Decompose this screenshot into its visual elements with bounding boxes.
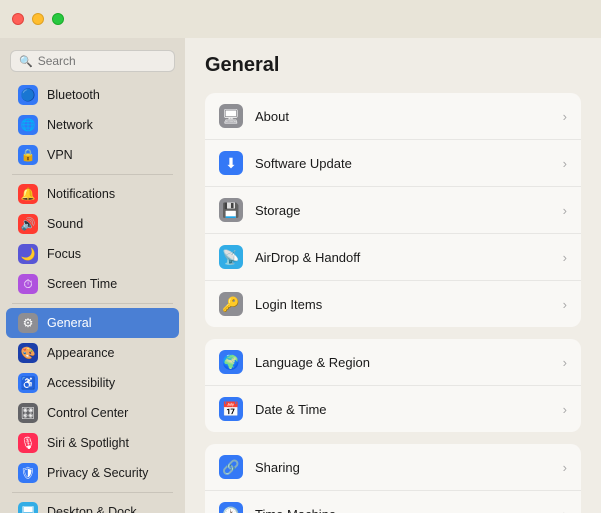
sidebar-item-desktop[interactable]: 🖥 Desktop & Dock: [6, 497, 179, 513]
row-label: Time Machine: [255, 507, 551, 513]
sidebar-item-privacy[interactable]: 🛡 Privacy & Security: [6, 458, 179, 488]
screentime-icon: ⏱: [18, 274, 38, 294]
row-label: Storage: [255, 203, 551, 218]
storage-icon: 💾: [219, 198, 243, 222]
sidebar-item-siri[interactable]: 🎙 Siri & Spotlight: [6, 428, 179, 458]
search-input[interactable]: [38, 54, 166, 68]
settings-row-login-items[interactable]: 🔑 Login Items ›: [205, 281, 581, 327]
controlcenter-icon: 🎛: [18, 403, 38, 423]
row-label: About: [255, 109, 551, 124]
airdrop-icon: 📡: [219, 245, 243, 269]
sidebar-item-label: VPN: [47, 148, 73, 162]
sidebar-item-label: Control Center: [47, 406, 128, 420]
privacy-icon: 🛡: [18, 463, 38, 483]
minimize-button[interactable]: [32, 13, 44, 25]
row-label: Sharing: [255, 460, 551, 475]
sidebar-items: 🔵 Bluetooth 🌐 Network 🔒 VPN 🔔 Notifications 🔊 Sou…: [0, 80, 185, 513]
sound-icon: 🔊: [18, 214, 38, 234]
sidebar-item-label: General: [47, 316, 91, 330]
sidebar-item-label: Desktop & Dock: [47, 505, 137, 513]
settings-row-language[interactable]: 🌍 Language & Region ›: [205, 339, 581, 386]
row-label: Software Update: [255, 156, 551, 171]
sidebar-item-sound[interactable]: 🔊 Sound: [6, 209, 179, 239]
siri-icon: 🎙: [18, 433, 38, 453]
sidebar-item-label: Privacy & Security: [47, 466, 148, 480]
settings-row-airdrop[interactable]: 📡 AirDrop & Handoff ›: [205, 234, 581, 281]
sidebar-item-controlcenter[interactable]: 🎛 Control Center: [6, 398, 179, 428]
software-update-icon: ⬇: [219, 151, 243, 175]
page-title: General: [205, 54, 581, 77]
sidebar-item-vpn[interactable]: 🔒 VPN: [6, 140, 179, 170]
accessibility-icon: ♿: [18, 373, 38, 393]
settings-group-group2: 🌍 Language & Region › 📅 Date & Time ›: [205, 339, 581, 432]
settings-row-about[interactable]: 🖥 About ›: [205, 93, 581, 140]
vpn-icon: 🔒: [18, 145, 38, 165]
timemachine-icon: 🕐: [219, 502, 243, 513]
chevron-icon: ›: [563, 156, 567, 171]
datetime-icon: 📅: [219, 397, 243, 421]
chevron-icon: ›: [563, 250, 567, 265]
about-icon: 🖥: [219, 104, 243, 128]
chevron-icon: ›: [563, 507, 567, 513]
settings-row-datetime[interactable]: 📅 Date & Time ›: [205, 386, 581, 432]
settings-groups: 🖥 About › ⬇ Software Update › 💾 Storage › 📡 AirDro…: [205, 93, 581, 513]
sidebar-item-label: Network: [47, 118, 93, 132]
search-box[interactable]: 🔍: [10, 50, 175, 72]
close-button[interactable]: [12, 13, 24, 25]
settings-row-software-update[interactable]: ⬇ Software Update ›: [205, 140, 581, 187]
network-icon: 🌐: [18, 115, 38, 135]
sidebar-item-label: Focus: [47, 247, 81, 261]
sidebar-item-screentime[interactable]: ⏱ Screen Time: [6, 269, 179, 299]
sidebar-item-label: Bluetooth: [47, 88, 100, 102]
maximize-button[interactable]: [52, 13, 64, 25]
bluetooth-icon: 🔵: [18, 85, 38, 105]
sidebar-item-general[interactable]: ⚙ General: [6, 308, 179, 338]
row-label: Login Items: [255, 297, 551, 312]
sidebar-item-label: Accessibility: [47, 376, 115, 390]
chevron-icon: ›: [563, 297, 567, 312]
settings-group-group3: 🔗Sharing›🕐Time Machine›🔄Transfer or Rese…: [205, 444, 581, 513]
row-label: Date & Time: [255, 402, 551, 417]
sidebar-item-label: Sound: [47, 217, 83, 231]
search-icon: 🔍: [19, 55, 33, 68]
general-icon: ⚙: [18, 313, 38, 333]
settings-row-sharing[interactable]: 🔗 Sharing ›: [205, 444, 581, 491]
sidebar-item-notifications[interactable]: 🔔 Notifications: [6, 179, 179, 209]
sidebar-item-label: Notifications: [47, 187, 115, 201]
sidebar-item-focus[interactable]: 🌙 Focus: [6, 239, 179, 269]
settings-group-group1: 🖥 About › ⬇ Software Update › 💾 Storage › 📡 AirDro…: [205, 93, 581, 327]
sidebar-item-bluetooth[interactable]: 🔵 Bluetooth: [6, 80, 179, 110]
sidebar-divider: [12, 303, 173, 304]
appearance-icon: 🎨: [18, 343, 38, 363]
chevron-icon: ›: [563, 402, 567, 417]
sidebar-item-label: Appearance: [47, 346, 114, 360]
sidebar-item-accessibility[interactable]: ♿ Accessibility: [6, 368, 179, 398]
row-label: Language & Region: [255, 355, 551, 370]
chevron-icon: ›: [563, 460, 567, 475]
sidebar-item-label: Screen Time: [47, 277, 117, 291]
content-area: General 🖥 About › ⬇ Software Update › 💾 Storage…: [185, 38, 601, 513]
main-layout: 🔍 🔵 Bluetooth 🌐 Network 🔒 VPN 🔔 Notifications 🔊 S…: [0, 38, 601, 513]
settings-row-timemachine[interactable]: 🕐 Time Machine ›: [205, 491, 581, 513]
notifications-icon: 🔔: [18, 184, 38, 204]
sidebar-divider: [12, 174, 173, 175]
language-icon: 🌍: [219, 350, 243, 374]
desktop-icon: 🖥: [18, 502, 38, 513]
row-label: AirDrop & Handoff: [255, 250, 551, 265]
chevron-icon: ›: [563, 203, 567, 218]
sidebar: 🔍 🔵 Bluetooth 🌐 Network 🔒 VPN 🔔 Notifications 🔊 S…: [0, 38, 185, 513]
title-bar: [0, 0, 601, 38]
chevron-icon: ›: [563, 109, 567, 124]
sidebar-item-appearance[interactable]: 🎨 Appearance: [6, 338, 179, 368]
chevron-icon: ›: [563, 355, 567, 370]
sidebar-item-network[interactable]: 🌐 Network: [6, 110, 179, 140]
settings-row-storage[interactable]: 💾 Storage ›: [205, 187, 581, 234]
login-items-icon: 🔑: [219, 292, 243, 316]
sidebar-divider: [12, 492, 173, 493]
sidebar-item-label: Siri & Spotlight: [47, 436, 129, 450]
sharing-icon: 🔗: [219, 455, 243, 479]
focus-icon: 🌙: [18, 244, 38, 264]
